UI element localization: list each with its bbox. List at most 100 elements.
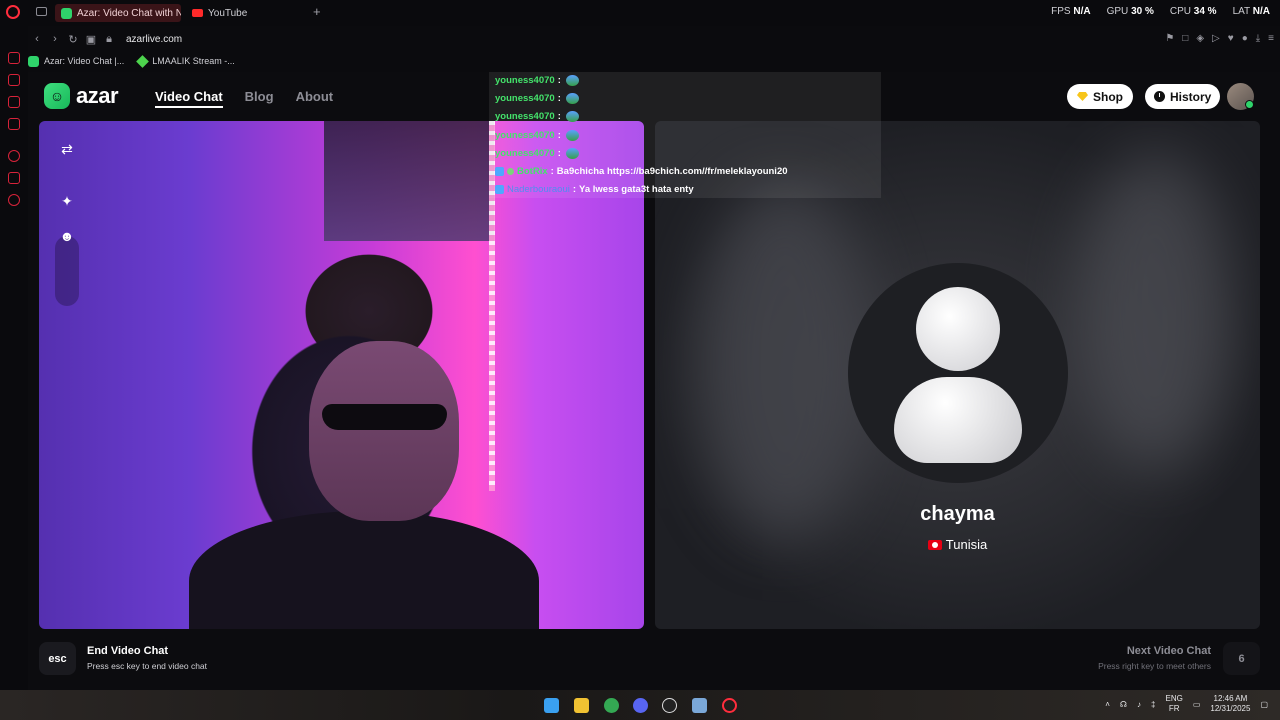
nav-blog[interactable]: Blog	[245, 89, 274, 108]
video-person	[309, 341, 459, 521]
snapshot-icon[interactable]: □	[1182, 33, 1188, 44]
system-tray: ˄ ☊ ♪ ‡ ENG FR ▭ 12:46 AM 12/31/2025 ▢	[1105, 694, 1268, 714]
extensions-icon[interactable]: ●	[1242, 33, 1248, 44]
tab-youtube[interactable]: YouTube	[186, 4, 306, 22]
chevron-up-icon[interactable]: ˄	[1105, 700, 1110, 709]
bookmark-icon[interactable]: ⚑	[1165, 33, 1174, 44]
nav-video-chat[interactable]: Video Chat	[155, 89, 223, 108]
main-nav: Video Chat Blog About	[155, 89, 333, 108]
forward-icon[interactable]: ›	[46, 33, 64, 45]
language-indicator[interactable]: ENG FR	[1165, 694, 1182, 714]
next-chat-hint: Press right key to meet others	[1098, 661, 1211, 671]
nav-about[interactable]: About	[296, 89, 334, 108]
chat-message: youness4070:	[495, 111, 579, 122]
logo-text: azar	[76, 83, 119, 108]
clock-icon	[1154, 91, 1165, 102]
flip-camera-icon[interactable]: ⇄	[57, 139, 77, 159]
partner-avatar-placeholder	[848, 263, 1068, 483]
person-icon	[916, 287, 1000, 371]
tunisia-flag-icon	[927, 539, 942, 550]
address-bar-actions: ⚑ □ ◈ ▷ ♥ ● ⤓ ≡	[1165, 33, 1274, 44]
page-scrollbar[interactable]	[1270, 72, 1280, 690]
chat-message: youness4070:	[495, 75, 579, 86]
camera-icon[interactable]: ▣	[82, 33, 100, 46]
back-icon[interactable]: ‹	[28, 33, 46, 45]
shop-button[interactable]: Shop	[1067, 84, 1133, 109]
volume-icon[interactable]: ♪	[1137, 700, 1141, 709]
windows-taskbar: ˄ ☊ ♪ ‡ ENG FR ▭ 12:46 AM 12/31/2025 ▢	[0, 690, 1280, 720]
headset-icon[interactable]: ☊	[1120, 700, 1127, 709]
gx-corner-icon[interactable]	[8, 74, 20, 86]
heart-icon[interactable]: ♥	[1228, 33, 1234, 44]
emote-icon	[565, 93, 579, 104]
bookmarks-bar: Azar: Video Chat |... LMAALIK Stream -..…	[28, 52, 235, 70]
face-filter-icon[interactable]: ☻	[57, 226, 77, 246]
tab-azar[interactable]: Azar: Video Chat with Ne	[55, 4, 181, 22]
windows-start-icon[interactable]	[544, 698, 559, 713]
file-explorer-icon[interactable]	[574, 698, 589, 713]
end-chat-title[interactable]: End Video Chat	[87, 645, 168, 657]
video-person	[189, 511, 539, 629]
download-icon[interactable]: ⤓	[1256, 33, 1260, 44]
tab-islands-icon[interactable]	[36, 7, 47, 16]
app-icon[interactable]	[692, 698, 707, 713]
kick-favicon-icon	[136, 54, 150, 68]
lat-stat: LAT N/A	[1232, 6, 1270, 17]
azar-logo[interactable]: ☺ azar	[44, 83, 119, 109]
opera-logo-icon[interactable]	[6, 5, 20, 19]
chat-controls: esc End Video Chat Press esc key to end …	[39, 639, 1260, 679]
verified-badge-icon	[507, 168, 514, 175]
subscriber-badge-icon	[495, 185, 504, 194]
partner-name: chayma	[920, 503, 995, 525]
stream-chat-overlay: youness4070: youness4070: youness4070: y…	[489, 72, 881, 198]
reload-icon[interactable]: ↻	[64, 33, 82, 46]
person-icon	[894, 377, 1022, 463]
settings-icon[interactable]	[8, 194, 20, 206]
discord-icon[interactable]	[633, 698, 648, 713]
opera-gx-taskbar-icon[interactable]	[722, 698, 737, 713]
chat-message: BotRix: Ba9chicha https://ba9chich.com//f…	[495, 166, 788, 177]
menu-icon[interactable]: ≡	[1268, 33, 1274, 44]
clock[interactable]: 12:46 AM 12/31/2025	[1210, 694, 1250, 714]
notifications-icon[interactable]: ▢	[1260, 700, 1268, 709]
microphone-icon[interactable]: ‡	[1151, 700, 1155, 709]
new-tab-button[interactable]: +	[313, 4, 321, 19]
diamond-icon	[1077, 92, 1088, 101]
fps-stat: FPS N/A	[1051, 6, 1091, 17]
obs-icon[interactable]	[662, 698, 677, 713]
bookmark-lmaalik[interactable]: LMAALIK Stream -...	[136, 54, 235, 68]
browser-tab-bar: Azar: Video Chat with Ne YouTube + FPS N…	[0, 0, 1280, 26]
youtube-favicon-icon	[192, 9, 203, 17]
emote-icon	[565, 111, 579, 122]
url-field[interactable]: azarlive.com	[126, 34, 182, 45]
gx-performance-stats: FPS N/A GPU 30 % CPU 34 % LAT N/A	[1051, 6, 1270, 17]
twitch-icon[interactable]	[8, 96, 20, 108]
next-chat-key[interactable]: 6	[1223, 642, 1260, 675]
bookmark-azar[interactable]: Azar: Video Chat |...	[28, 55, 124, 67]
chrome-icon[interactable]	[604, 698, 619, 713]
tab-label: YouTube	[208, 7, 248, 19]
shield-icon[interactable]: ◈	[1196, 33, 1204, 44]
display-icon[interactable]: ▭	[1193, 700, 1201, 709]
chat-message: Naderbouraoui: Ya lwess gata3t hata enty	[495, 184, 694, 195]
azar-logo-icon: ☺	[44, 83, 70, 109]
play-icon[interactable]: ▷	[1212, 33, 1220, 44]
video-background	[324, 121, 494, 241]
emote-icon	[565, 130, 579, 141]
azar-favicon-icon	[28, 55, 39, 67]
online-status-dot	[1245, 100, 1254, 109]
sparkle-effects-icon[interactable]: ✦	[57, 191, 77, 211]
partner-country: Tunisia	[655, 537, 1260, 552]
history-sidebar-icon[interactable]	[8, 150, 20, 162]
emote-icon	[565, 75, 579, 86]
blurred-background	[1075, 151, 1235, 471]
messenger-icon[interactable]	[8, 118, 20, 130]
chat-message: youness4070:	[495, 93, 579, 104]
extensions-sidebar-icon[interactable]	[8, 172, 20, 184]
gx-control-icon[interactable]	[8, 52, 20, 64]
emote-icon	[565, 148, 579, 159]
history-button[interactable]: History	[1145, 84, 1221, 109]
end-chat-key[interactable]: esc	[39, 642, 76, 675]
next-chat-title[interactable]: Next Video Chat	[1127, 645, 1211, 657]
azar-favicon-icon	[61, 7, 72, 19]
